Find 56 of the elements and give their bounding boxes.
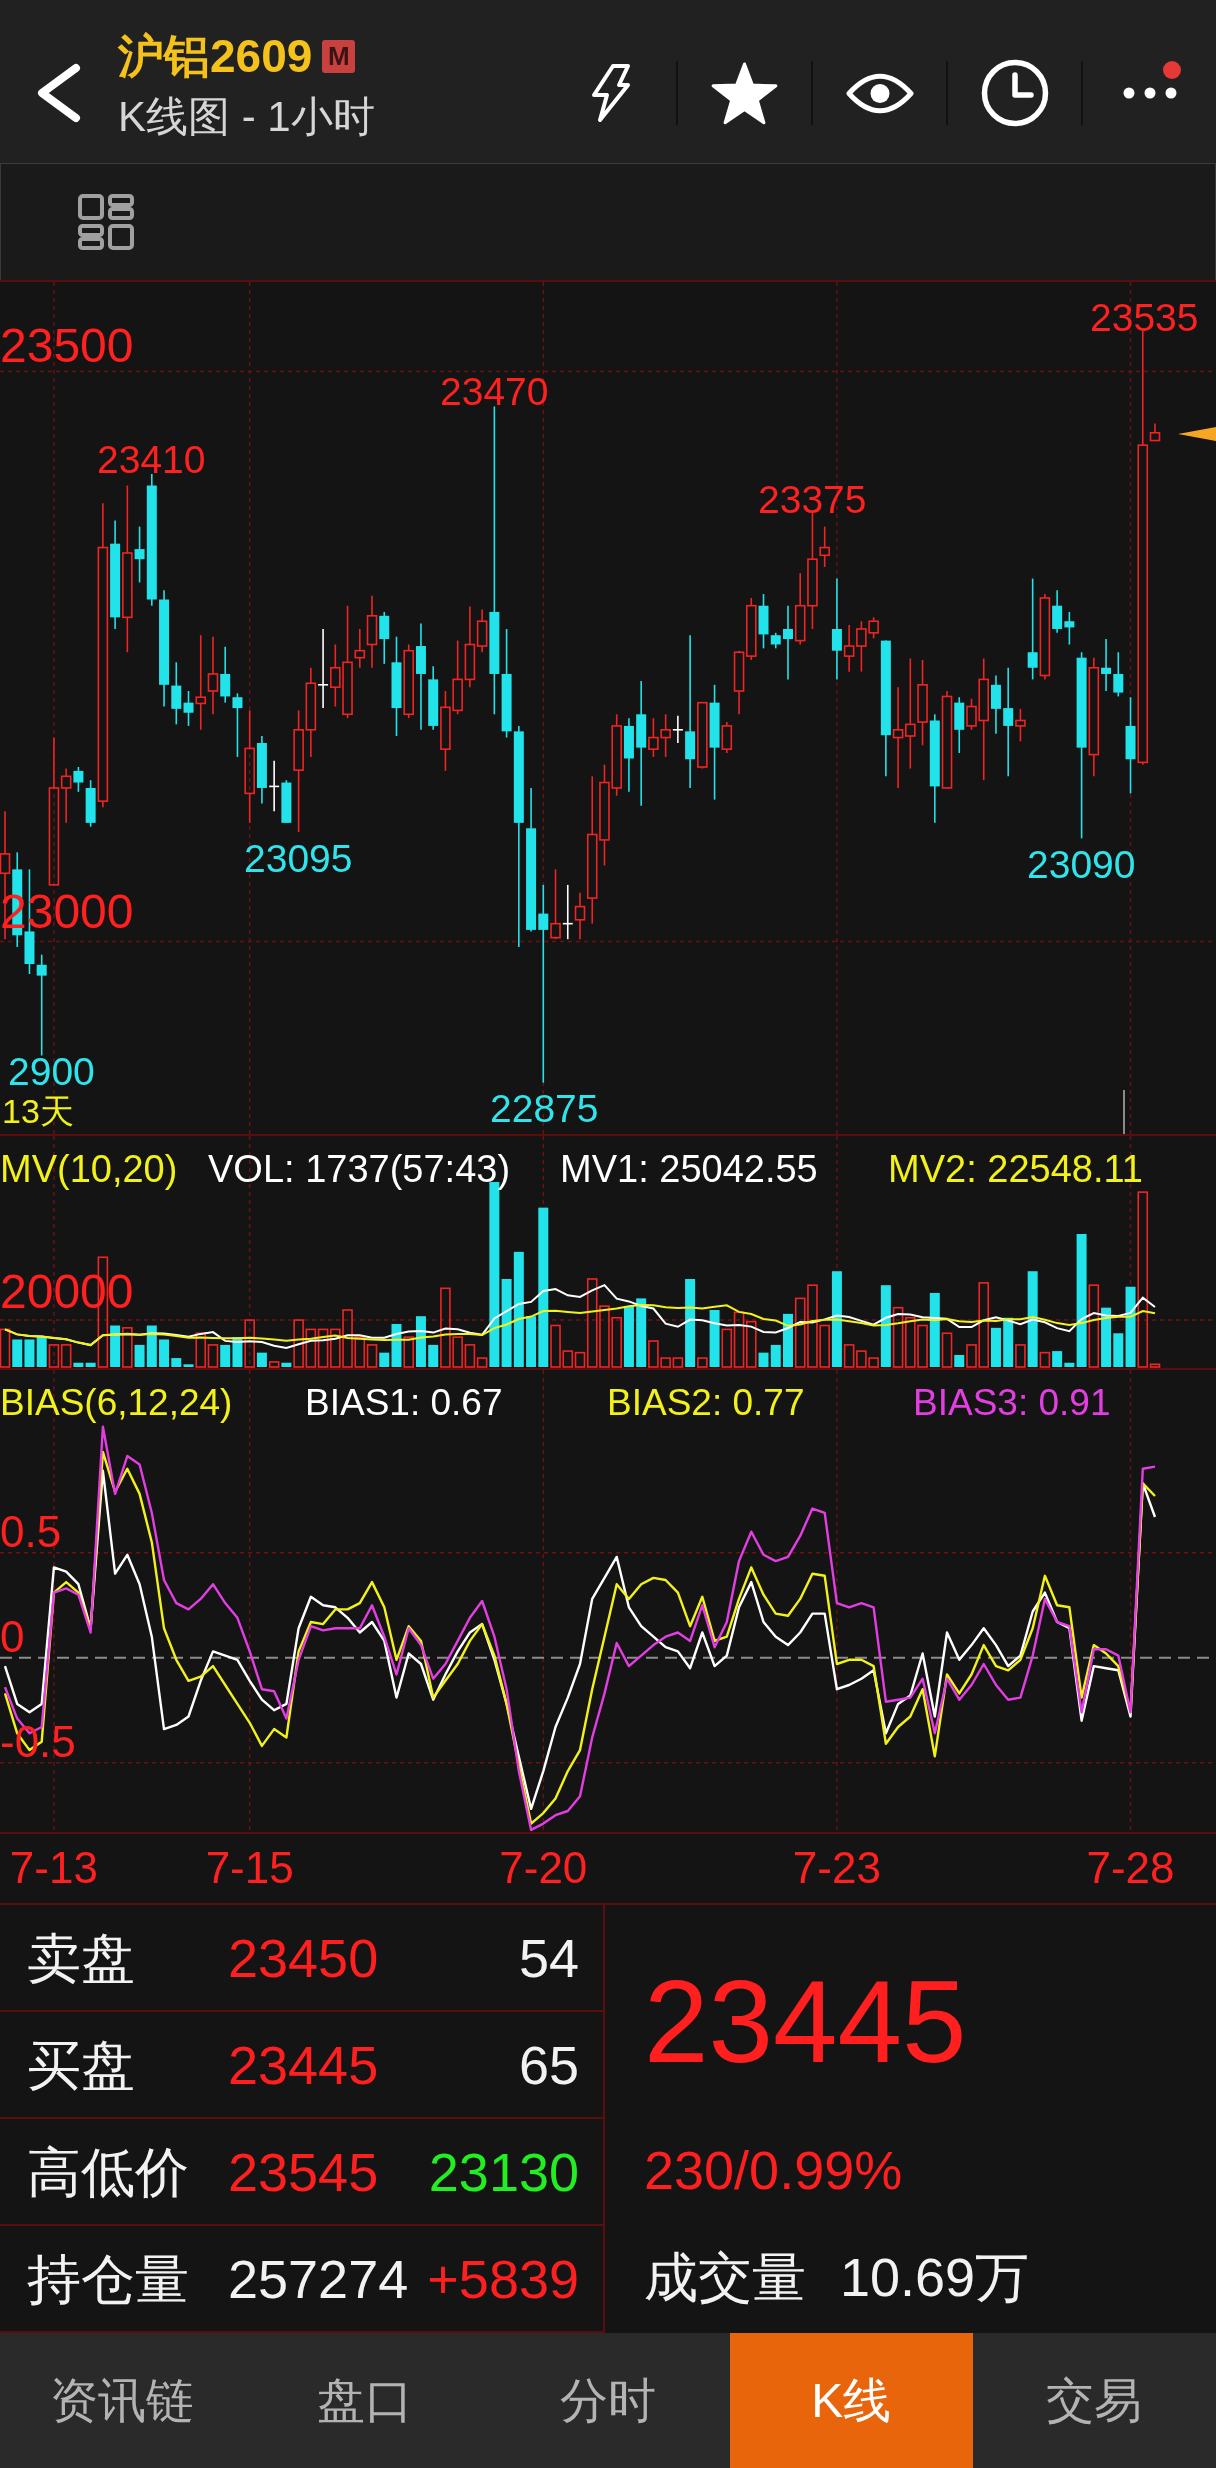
quote-value: 23450 [228, 1930, 379, 1985]
date-label: 7-28 [1086, 1846, 1175, 1890]
indicator-title: MV(10,20) [0, 1150, 178, 1188]
tab[interactable]: 资讯链 [0, 2333, 244, 2468]
more-icon[interactable] [1122, 87, 1177, 99]
indicator-reading: VOL: 1737(57:43) [208, 1150, 511, 1188]
date-label: 7-23 [792, 1846, 881, 1890]
low-price-label: 23095 [244, 839, 353, 878]
market-badge: M [322, 39, 356, 73]
y-axis-label: -0.5 [0, 1719, 76, 1764]
legend-reading: BIAS3: 0.91 [913, 1384, 1111, 1421]
chart-subtitle: K线图 - 1小时 [118, 96, 375, 138]
low-price-label: 2900 [8, 1052, 95, 1091]
row-label: 高低价 [27, 2144, 190, 2199]
indicator-reading: MV2: 22548.11 [888, 1150, 1143, 1188]
high-price-label: 23410 [97, 440, 206, 479]
price-change: 230/0.99% [644, 2143, 903, 2197]
quote-value: 23445 [228, 2037, 379, 2092]
tab[interactable]: 盘口 [243, 2333, 487, 2468]
quote-value: 257274 [228, 2251, 409, 2306]
star-icon[interactable] [711, 61, 778, 125]
tab[interactable]: 分时 [486, 2333, 730, 2468]
last-price: 23445 [644, 1964, 967, 2080]
high-price-label: 23375 [758, 480, 867, 519]
tab[interactable]: 交易 [972, 2333, 1216, 2468]
volume-value: 10.69万 [840, 2250, 1030, 2304]
y-axis-label: 0 [0, 1614, 25, 1659]
date-label: 7-20 [499, 1846, 588, 1890]
high-price-label: 23535 [1090, 298, 1199, 337]
quote-value: 23545 [228, 2144, 379, 2199]
legend-reading: BIAS2: 0.77 [607, 1384, 805, 1421]
chart-title: BIAS(6,12,24) [0, 1384, 233, 1421]
y-axis-label: 0.5 [0, 1509, 62, 1554]
quote-value: 65 [518, 2037, 579, 2092]
low-price-label: 23090 [1027, 845, 1136, 884]
quote-value: 54 [518, 1930, 579, 1985]
legend-reading: BIAS1: 0.67 [305, 1384, 503, 1421]
quote-value: 23130 [428, 2144, 579, 2199]
period-label: 13天 [2, 1094, 74, 1128]
row-label: 买盘 [27, 2037, 136, 2092]
volume-label: 成交量 [644, 2250, 806, 2304]
row-label: 卖盘 [27, 1930, 136, 1985]
high-price-label: 23470 [440, 372, 549, 411]
date-label: 7-13 [9, 1846, 98, 1890]
price-pointer-icon [1178, 427, 1216, 441]
date-label: 7-15 [205, 1846, 294, 1890]
low-price-label: 22875 [490, 1089, 599, 1128]
row-label: 持仓量 [27, 2251, 190, 2306]
clock-icon[interactable] [980, 59, 1049, 127]
instrument-title: 沪铝2609 [118, 33, 313, 79]
quote-value: +5839 [427, 2251, 579, 2306]
back-icon[interactable] [35, 63, 82, 123]
indicator-reading: MV1: 25042.55 [560, 1150, 818, 1188]
cursor-line [1123, 1089, 1125, 1134]
price-axis-label: 23500 [0, 322, 134, 370]
grid-icon[interactable] [78, 194, 134, 250]
